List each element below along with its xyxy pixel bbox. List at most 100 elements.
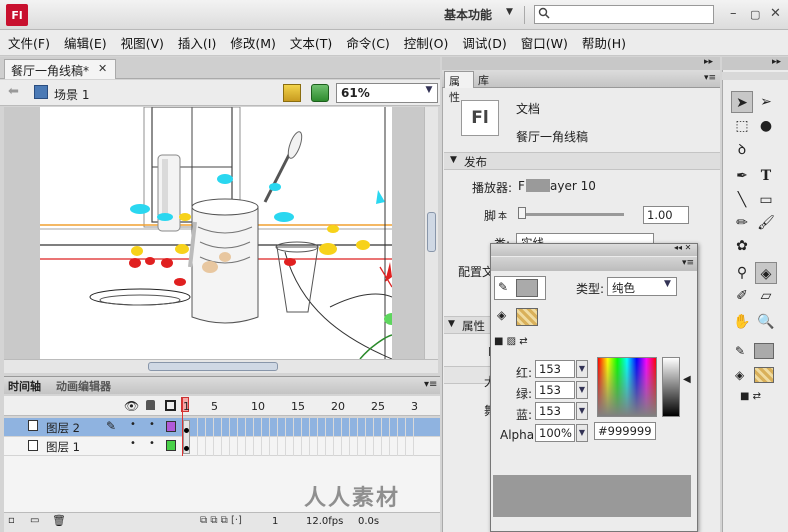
tab-motion-editor[interactable]: 动画编辑器: [56, 378, 111, 394]
menu-insert[interactable]: 插入(I): [178, 33, 216, 52]
panel-menu-icon[interactable]: ▾≡: [704, 73, 716, 83]
deco-tool-icon[interactable]: ✿: [731, 235, 753, 257]
close-window-button[interactable]: ✕: [770, 6, 781, 21]
bone-tool-icon[interactable]: ⚲: [731, 262, 753, 284]
menu-window[interactable]: 窗口(W): [521, 33, 568, 52]
stage-pasteboard[interactable]: [4, 107, 424, 359]
chevron-down-icon[interactable]: ▼: [576, 381, 588, 399]
3d-rotation-tool-icon[interactable]: ●: [755, 115, 777, 137]
brightness-pointer-icon[interactable]: ◀: [683, 374, 691, 385]
paint-bucket-tool-icon[interactable]: ◈: [755, 262, 777, 284]
collapse-icon[interactable]: ◂◂ ✕: [674, 243, 691, 252]
properties-section[interactable]: ▼ 属性: [444, 316, 490, 334]
onion-skin-icon[interactable]: ⧉ ⧉ ⧉ [·]: [200, 515, 242, 526]
layer-color-swatch[interactable]: [166, 440, 176, 451]
tab-properties[interactable]: 属性: [444, 71, 474, 104]
text-tool-icon[interactable]: T: [755, 165, 777, 187]
menu-edit[interactable]: 编辑(E): [64, 33, 107, 52]
chevron-down-icon[interactable]: ▼: [576, 360, 588, 378]
zoom-tool-icon[interactable]: 🔍: [755, 311, 777, 333]
menu-file[interactable]: 文件(F): [8, 33, 50, 52]
delete-layer-icon[interactable]: 🗑: [52, 514, 66, 527]
menu-view[interactable]: 视图(V): [121, 33, 164, 52]
script-slider-handle[interactable]: [518, 207, 526, 219]
line-art-drawing[interactable]: [40, 107, 400, 359]
menu-modify[interactable]: 修改(M): [230, 33, 276, 52]
green-input[interactable]: 153: [535, 381, 575, 399]
fill-swatch[interactable]: [516, 308, 538, 326]
color-panel-titlebar[interactable]: [491, 244, 697, 256]
chevron-down-icon[interactable]: ▼: [576, 424, 588, 442]
stroke-color-swatch[interactable]: [754, 343, 774, 359]
hex-input[interactable]: #999999: [594, 422, 656, 440]
help-search-input[interactable]: [534, 5, 714, 24]
new-folder-icon[interactable]: ▭: [30, 515, 39, 526]
workspace-switcher[interactable]: 基本功能: [444, 6, 492, 23]
menu-commands[interactable]: 命令(C): [346, 33, 389, 52]
menu-debug[interactable]: 调试(D): [462, 33, 506, 52]
outline-icon[interactable]: [165, 400, 176, 411]
expand-panel-icon[interactable]: ▸▸: [704, 57, 713, 67]
line-tool-icon[interactable]: ╲: [731, 189, 753, 211]
expand-panel-icon[interactable]: ▸▸: [772, 57, 781, 67]
tab-library[interactable]: 库: [478, 72, 489, 88]
scene-label[interactable]: 场景 1: [54, 86, 89, 103]
panel-menu-icon[interactable]: ▾≡: [424, 379, 437, 390]
subselection-tool-icon[interactable]: ➢: [755, 91, 777, 113]
rectangle-tool-icon[interactable]: ▭: [755, 189, 777, 211]
layer-name[interactable]: 图层 1: [46, 439, 80, 455]
frames-grid[interactable]: [190, 418, 420, 456]
pencil-icon: ✎: [498, 280, 509, 294]
layer-color-swatch[interactable]: [166, 421, 176, 432]
maximize-button[interactable]: ▢: [750, 8, 760, 21]
pencil-tool-icon[interactable]: ✏: [731, 212, 753, 234]
edit-symbols-icon[interactable]: [311, 84, 329, 102]
chevron-down-icon[interactable]: ▼: [506, 7, 513, 17]
menu-text[interactable]: 文本(T): [290, 33, 332, 52]
hand-tool-icon[interactable]: ✋: [731, 311, 753, 333]
brightness-slider[interactable]: [662, 357, 680, 417]
eyedropper-tool-icon[interactable]: ✐: [731, 285, 753, 307]
brush-tool-icon[interactable]: 🖌: [755, 212, 777, 234]
chevron-down-icon[interactable]: ▼: [664, 279, 671, 289]
eye-icon[interactable]: 👁: [124, 399, 139, 413]
stage-vertical-scrollbar[interactable]: [424, 107, 438, 359]
script-slider-track[interactable]: [520, 213, 624, 216]
lock-dot[interactable]: •: [149, 438, 155, 449]
script-value-input[interactable]: 1.00: [643, 206, 689, 224]
close-tab-icon[interactable]: ✕: [98, 62, 107, 75]
vertical-scroll-thumb[interactable]: [427, 212, 436, 252]
lasso-tool-icon[interactable]: ꝺ: [731, 139, 753, 161]
menu-help[interactable]: 帮助(H): [582, 33, 626, 52]
red-input[interactable]: 153: [535, 360, 575, 378]
eraser-tool-icon[interactable]: ▱: [755, 285, 777, 307]
chevron-down-icon[interactable]: ▼: [422, 85, 436, 101]
menu-control[interactable]: 控制(O): [404, 33, 449, 52]
visibility-dot[interactable]: •: [130, 419, 136, 430]
back-arrow-icon[interactable]: ⬅: [8, 84, 19, 99]
document-icon: Fl: [461, 100, 499, 136]
free-transform-tool-icon[interactable]: ⬚: [731, 115, 753, 137]
pen-tool-icon[interactable]: ✒: [731, 165, 753, 187]
horizontal-scroll-thumb[interactable]: [148, 362, 278, 371]
panel-menu-icon[interactable]: ▾≡: [682, 258, 694, 268]
minimize-button[interactable]: –: [730, 6, 737, 21]
stroke-swatch[interactable]: [516, 279, 538, 297]
visibility-dot[interactable]: •: [130, 438, 136, 449]
layer-name[interactable]: 图层 2: [46, 420, 80, 436]
edit-scene-icon[interactable]: [283, 84, 301, 102]
chevron-down-icon[interactable]: ▼: [576, 402, 588, 420]
alpha-input[interactable]: 100%: [535, 424, 575, 442]
publish-section[interactable]: ▼ 发布: [444, 152, 720, 170]
new-layer-icon[interactable]: ▫: [8, 515, 15, 526]
selection-tool-icon[interactable]: ➤: [731, 91, 753, 113]
blue-input[interactable]: 153: [535, 402, 575, 420]
stage-canvas[interactable]: [40, 107, 400, 359]
color-spectrum-picker[interactable]: [597, 357, 657, 417]
fill-color-swatch[interactable]: [754, 367, 774, 383]
swap-colors-icon[interactable]: ■ ⇄: [740, 391, 761, 402]
lock-icon[interactable]: [146, 400, 155, 410]
lock-dot[interactable]: •: [149, 419, 155, 430]
tab-timeline[interactable]: 时间轴: [8, 378, 41, 394]
black-white-icon[interactable]: ■ ▨ ⇄: [494, 336, 528, 347]
